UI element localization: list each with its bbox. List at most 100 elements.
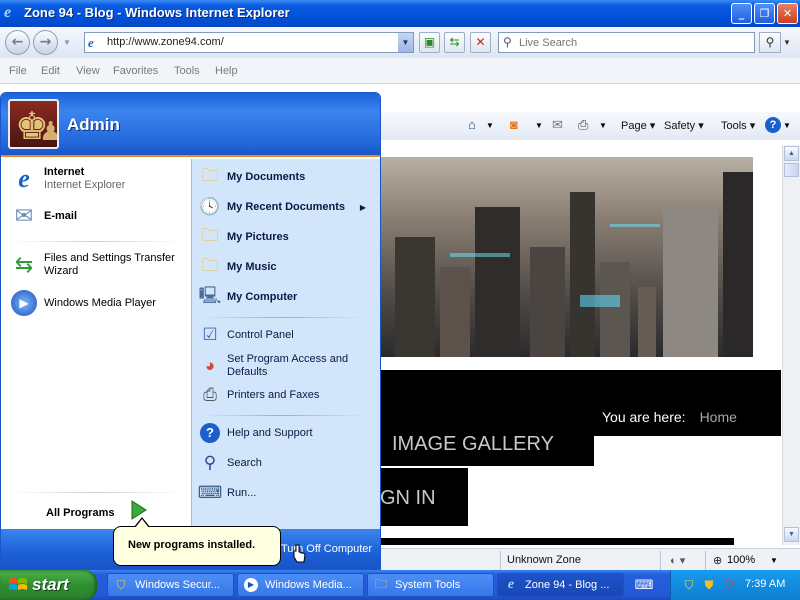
start-menu-header: ♚ ♟ Admin <box>1 93 380 157</box>
task-windows-security[interactable]: ⛉ Windows Secur... <box>107 573 234 597</box>
menu-tools[interactable]: Tools <box>174 65 200 77</box>
place-label: My Music <box>227 260 277 273</box>
mouse-cursor-icon <box>293 544 306 563</box>
vertical-scrollbar[interactable]: ▲ ▼ <box>782 145 800 545</box>
menu-edit[interactable]: Edit <box>41 65 60 77</box>
task-label: Windows Secur... <box>135 579 220 591</box>
feeds-dropdown[interactable]: ▼ <box>535 121 543 130</box>
compatibility-button[interactable]: ▣ <box>419 32 440 53</box>
sign-in-label: GN IN <box>380 487 436 509</box>
search-input[interactable] <box>519 35 749 50</box>
address-dropdown[interactable]: ▼ <box>398 33 413 52</box>
menu-file[interactable]: File <box>9 65 27 77</box>
window-titlebar[interactable]: e Zone 94 - Blog - Windows Internet Expl… <box>0 0 800 27</box>
place-my-recent-documents[interactable]: 🕓 My Recent Documents ▶ <box>198 195 374 219</box>
zoom-level[interactable]: 100% <box>727 554 755 566</box>
help-dropdown[interactable]: ▼ <box>783 121 791 130</box>
stop-icon: ✕ <box>475 35 486 49</box>
tools-menu[interactable]: Tools ▾ <box>721 119 755 132</box>
place-my-music[interactable]: 🗀 My Music <box>198 255 374 279</box>
system-tray: ⛉ ⛊ ⛉ 7:39 AM <box>670 570 800 600</box>
place-help-support[interactable]: ? Help and Support <box>198 421 374 445</box>
place-my-computer[interactable]: 🖳 My Computer <box>198 285 374 309</box>
place-search[interactable]: ⚲ Search <box>198 451 374 475</box>
maximize-button[interactable]: ❐ <box>754 3 775 24</box>
notification-balloon[interactable]: New programs installed. <box>113 517 281 566</box>
task-windows-media[interactable]: ▶ Windows Media... <box>237 573 364 597</box>
place-control-panel[interactable]: ☑ Control Panel <box>198 323 374 347</box>
search-button[interactable]: ⚲ <box>759 32 781 53</box>
place-program-access[interactable]: ◕ Set Program Access and Defaults <box>198 353 374 379</box>
task-system-tools[interactable]: 🗀 System Tools <box>367 573 494 597</box>
place-label: Run... <box>227 486 257 499</box>
scroll-thumb[interactable] <box>784 163 799 177</box>
start-item-title: E-mail <box>44 209 78 222</box>
internet-explorer-icon: e <box>18 164 30 193</box>
place-my-documents[interactable]: 🗀 My Documents <box>198 165 374 189</box>
start-item-label: Windows Media Player <box>44 296 156 309</box>
place-label: My Documents <box>227 170 306 183</box>
place-printers-faxes[interactable]: ⎙ Printers and Faxes <box>198 383 374 407</box>
feeds-icon[interactable]: ◙ <box>510 117 518 132</box>
safety-menu[interactable]: Safety ▾ <box>664 119 704 132</box>
user-avatar[interactable]: ♚ ♟ <box>8 99 59 149</box>
search-field[interactable]: ⚲ <box>498 32 755 53</box>
menu-favorites[interactable]: Favorites <box>113 65 158 77</box>
menu-view[interactable]: View <box>76 65 100 77</box>
start-button[interactable]: start <box>0 570 97 600</box>
print-icon[interactable]: ⎙ <box>578 117 588 133</box>
taskbar: start ⛉ Windows Secur... ▶ Windows Media… <box>0 570 800 600</box>
breadcrumb-home-link[interactable]: Home <box>700 409 737 425</box>
address-field[interactable]: e http://www.zone94.com/ ▼ <box>84 32 414 53</box>
start-menu: ♚ ♟ Admin e InternetInternet Explorer ✉ … <box>0 92 381 570</box>
printer-icon: ⎙ <box>203 385 217 404</box>
print-dropdown[interactable]: ▼ <box>599 121 607 130</box>
clock[interactable]: 7:39 AM <box>745 578 785 590</box>
zoom-dropdown[interactable]: ▼ <box>770 556 778 565</box>
place-label: Help and Support <box>227 426 313 439</box>
place-label: Search <box>227 456 262 469</box>
chess-pawn-icon: ♟ <box>39 117 57 147</box>
page-menu[interactable]: Page ▾ <box>621 119 655 132</box>
minimize-button[interactable]: _ <box>731 3 752 24</box>
menu-help[interactable]: Help <box>215 65 238 77</box>
sign-in-tab[interactable]: GN IN <box>380 468 468 526</box>
place-my-pictures[interactable]: 🗀 My Pictures <box>198 225 374 249</box>
all-programs-button[interactable]: All Programs <box>1 488 191 529</box>
forward-button[interactable]: → <box>33 30 58 55</box>
chevron-right-icon: ▶ <box>359 202 366 212</box>
alert-shield-icon[interactable]: ⛉ <box>721 577 737 593</box>
place-run[interactable]: ⌨ Run... <box>198 481 374 505</box>
close-button[interactable]: ✕ <box>777 3 798 24</box>
start-item-internet[interactable]: e Internet Internet Explorer <box>9 164 189 194</box>
folder-icon: 🗀 <box>201 165 219 185</box>
city-banner-image <box>380 157 753 357</box>
stop-button[interactable]: ✕ <box>470 32 491 53</box>
help-icon: ? <box>198 421 222 445</box>
start-item-label: Files and Settings Transfer Wizard <box>44 252 175 277</box>
keyboard-icon[interactable]: ⌨ <box>634 574 654 596</box>
task-zone94-blog[interactable]: e Zone 94 - Blog ... <box>497 573 624 597</box>
shield-icon[interactable]: ⛊ <box>701 577 717 593</box>
scroll-up-button[interactable]: ▲ <box>784 146 799 161</box>
mail-icon[interactable]: ✉ <box>552 117 563 133</box>
address-url[interactable]: http://www.zone94.com/ <box>107 36 224 48</box>
recent-pages-dropdown[interactable]: ▼ <box>63 38 71 47</box>
security-center-icon[interactable]: ⛉ <box>681 577 697 593</box>
help-icon[interactable]: ? <box>765 117 781 133</box>
scroll-down-button[interactable]: ▼ <box>784 527 799 542</box>
protected-mode-icon[interactable]: ◐ ▾ <box>670 554 685 567</box>
refresh-button[interactable]: ⇆ <box>444 32 465 53</box>
start-item-email[interactable]: ✉ E-mail <box>9 201 189 231</box>
search-options-dropdown[interactable]: ▼ <box>783 38 791 47</box>
back-button[interactable]: ← <box>5 30 30 55</box>
home-icon[interactable]: ⌂ <box>468 117 476 132</box>
place-label: My Computer <box>227 290 298 303</box>
shield-icon: ⛉ <box>116 577 126 592</box>
recent-documents-icon: 🕓 <box>199 197 221 216</box>
media-player-icon: ▶ <box>9 288 39 318</box>
start-item-transfer-wizard[interactable]: ⇆ Files and Settings Transfer Wizard <box>9 250 189 280</box>
start-item-media-player[interactable]: ▶ Windows Media Player <box>9 288 189 318</box>
home-dropdown[interactable]: ▼ <box>486 121 494 130</box>
image-gallery-tab[interactable]: IMAGE GALLERY <box>380 421 594 466</box>
